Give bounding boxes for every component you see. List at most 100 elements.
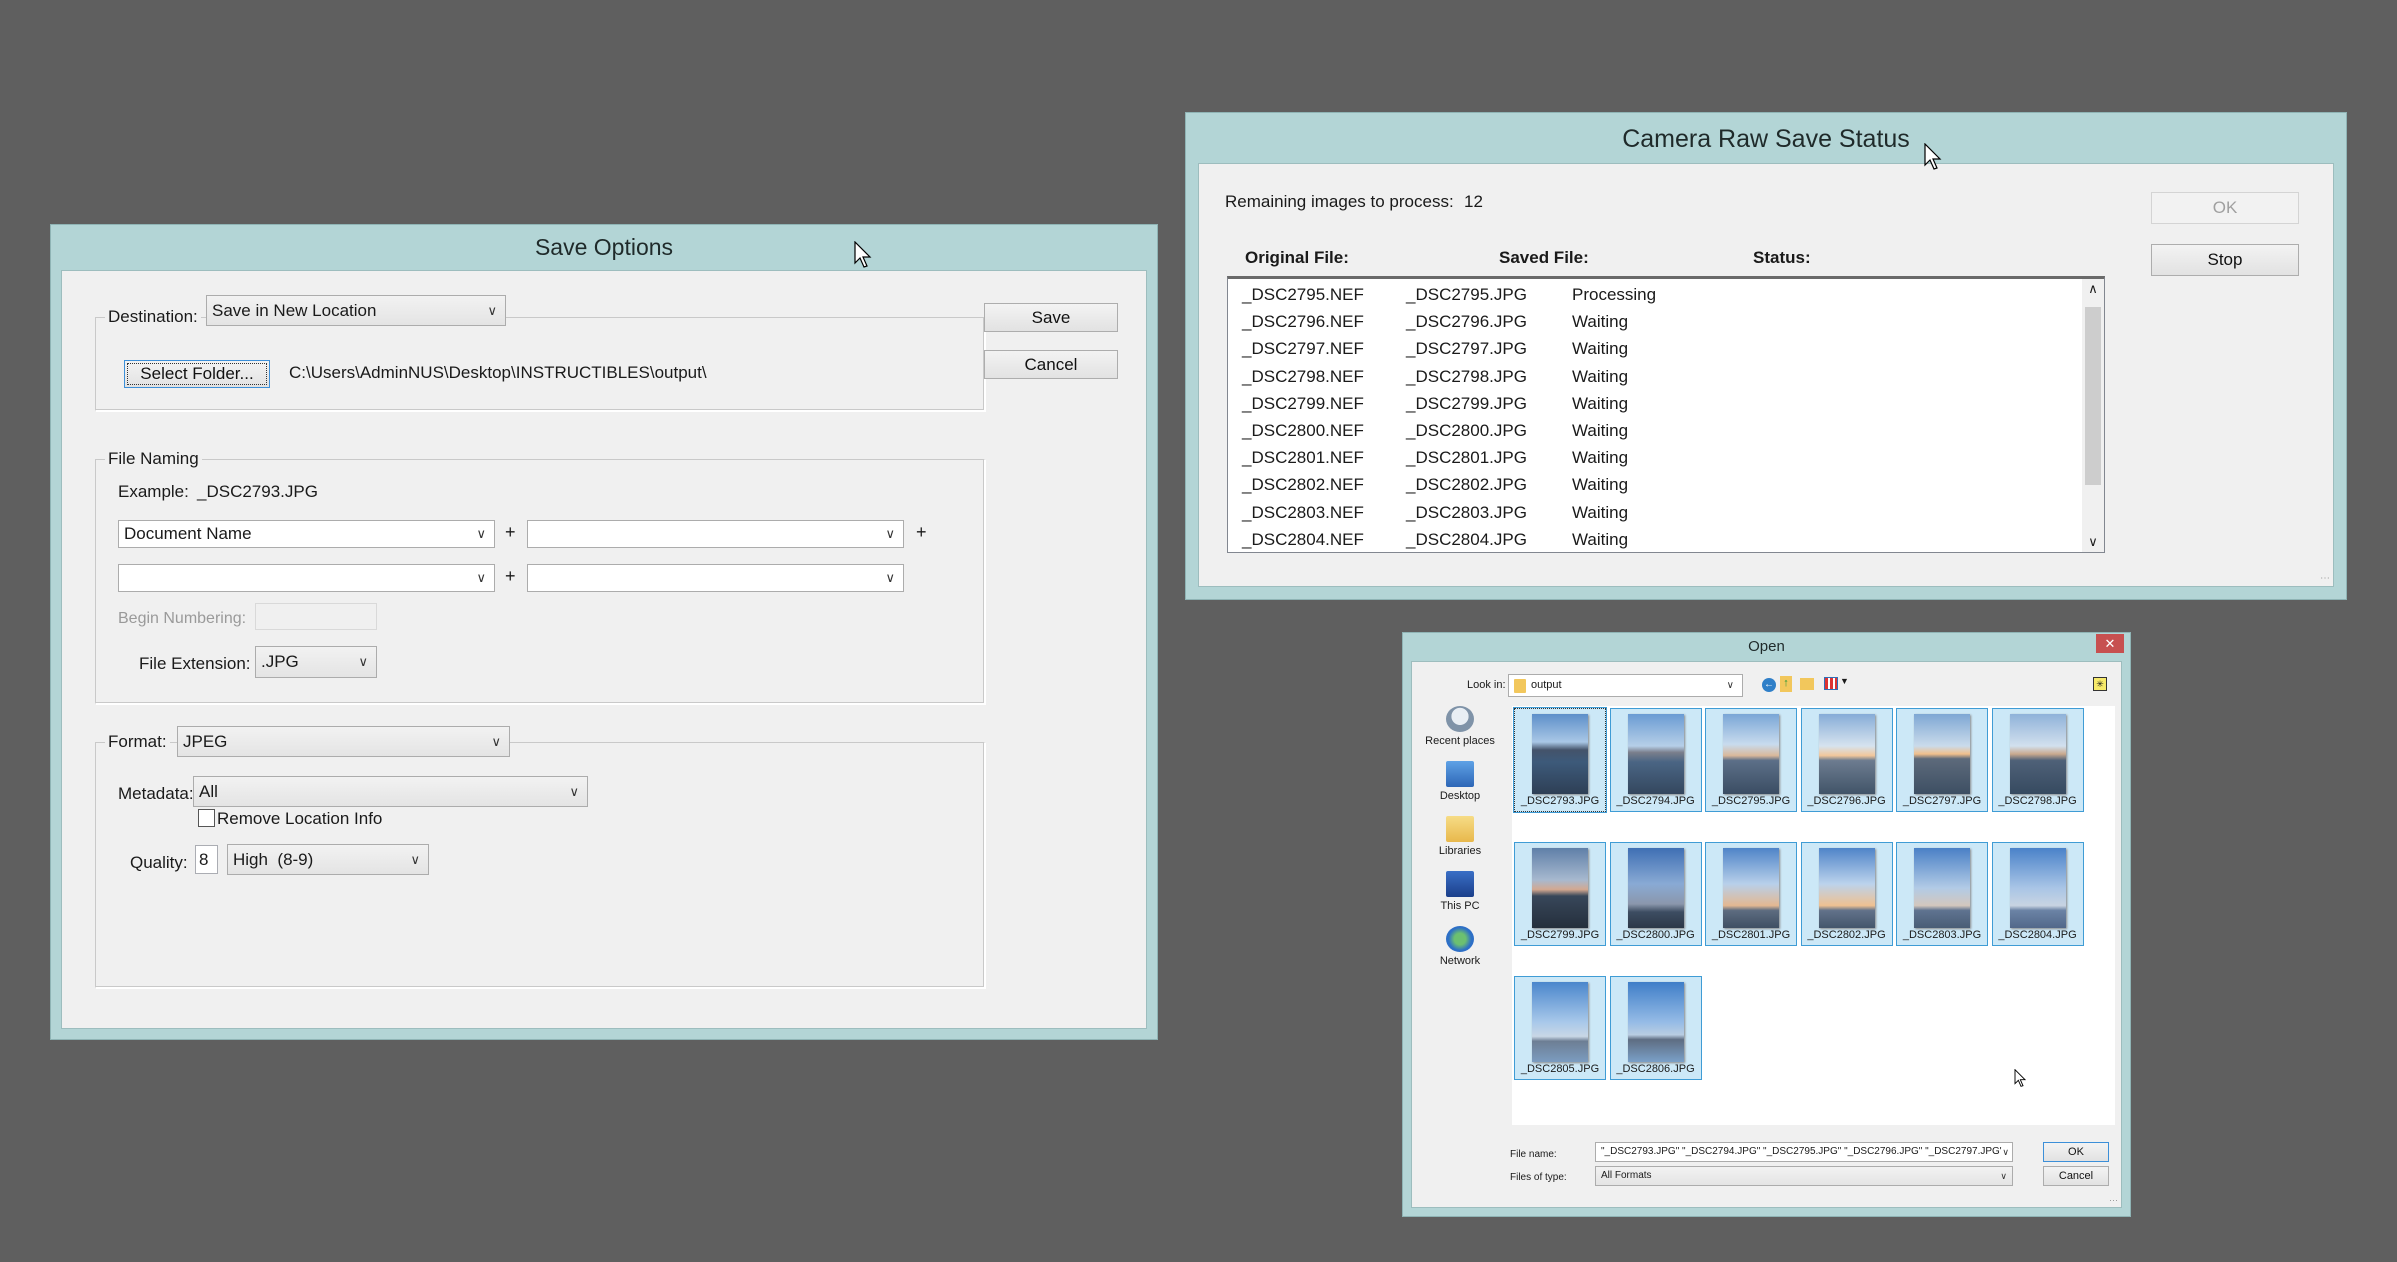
view-menu-icon[interactable] (1824, 677, 1838, 690)
place-item[interactable]: Recent places (1420, 706, 1500, 747)
mouse-cursor-icon (1924, 143, 1942, 170)
file-item[interactable]: _DSC2798.JPG (1991, 708, 2084, 812)
open-ok-button[interactable]: OK (2043, 1142, 2109, 1162)
file-item[interactable]: _DSC2806.JPG (1609, 976, 1702, 1080)
vertical-scrollbar[interactable]: ∧ ∨ (2082, 279, 2104, 552)
file-name-caption: _DSC2800.JPG (1616, 929, 1695, 941)
file-name-input[interactable]: "_DSC2793.JPG" "_DSC2794.JPG" "_DSC2795.… (1595, 1142, 2013, 1162)
naming-field-3[interactable]: ∨ (118, 564, 495, 592)
cancel-button[interactable]: Cancel (984, 350, 1118, 379)
files-of-type-select[interactable]: All Formats ∨ (1595, 1166, 2013, 1186)
saved-file-cell: _DSC2796.JPG (1406, 312, 1527, 332)
begin-numbering-input[interactable] (255, 603, 377, 630)
example-label: Example: (118, 482, 189, 501)
status-cell: Waiting (1572, 393, 1629, 413)
image-thumbnail (1627, 848, 1684, 928)
place-item[interactable]: Libraries (1420, 816, 1500, 857)
file-item[interactable]: _DSC2804.JPG (1991, 842, 2084, 946)
file-item[interactable]: _DSC2799.JPG (1514, 842, 1606, 946)
status-list-row[interactable]: _DSC2798.NEF _DSC2798.JPG Waiting (1228, 363, 2082, 390)
status-list-row[interactable]: _DSC2799.NEF _DSC2799.JPG Waiting (1228, 390, 2082, 417)
file-item[interactable]: _DSC2803.JPG (1896, 842, 1988, 946)
places-bar: Recent places Desktop Libraries This PC Netw… (1420, 706, 1510, 1026)
quality-input[interactable]: 8 (195, 845, 218, 874)
back-icon[interactable]: ← (1762, 678, 1776, 692)
place-label: Desktop (1439, 790, 1481, 802)
scroll-down-arrow[interactable]: ∨ (2082, 534, 2104, 550)
resize-grip-icon[interactable]: ⋯ (2109, 1195, 2118, 1206)
status-list-row[interactable]: _DSC2801.NEF _DSC2801.JPG Waiting (1228, 444, 2082, 471)
file-item[interactable]: _DSC2793.JPG (1513, 707, 1607, 813)
status-list-row[interactable]: _DSC2802.NEF _DSC2802.JPG Waiting (1228, 471, 2082, 498)
place-item[interactable]: Desktop (1420, 761, 1500, 802)
scrollbar-thumb[interactable] (2085, 307, 2101, 485)
saved-file-cell: _DSC2800.JPG (1406, 421, 1527, 440)
camera-raw-folder-icon[interactable]: ✳ (2093, 677, 2107, 691)
status-list[interactable]: _DSC2795.NEF _DSC2795.JPG Processing _DSC27… (1227, 276, 2105, 553)
file-name-caption: _DSC2799.JPG (1520, 929, 1600, 941)
status-cell: Waiting (1572, 339, 1629, 359)
close-button[interactable]: ✕ (2096, 634, 2124, 653)
file-item[interactable]: _DSC2794.JPG (1609, 708, 1702, 812)
original-file-cell: _DSC2804.NEF (1242, 529, 1364, 549)
place-label: Libraries (1438, 845, 1482, 857)
place-item[interactable]: This PC (1420, 871, 1500, 912)
select-folder-button[interactable]: Select Folder... (124, 360, 270, 388)
naming-field-4[interactable]: ∨ (527, 564, 904, 592)
file-item[interactable]: _DSC2796.JPG (1800, 708, 1893, 812)
stop-button[interactable]: Stop (2151, 244, 2299, 276)
chevron-down-icon: ∨ (2000, 1171, 2007, 1181)
file-item[interactable]: _DSC2795.JPG (1705, 708, 1797, 812)
status-list-row[interactable]: _DSC2795.NEF _DSC2795.JPG Processing (1228, 281, 2082, 308)
file-extension-value: .JPG (261, 652, 299, 671)
saved-file-cell: _DSC2802.JPG (1406, 475, 1527, 495)
destination-select[interactable]: Save in New Location ∨ (206, 295, 506, 326)
file-name-caption: _DSC2796.JPG (1807, 795, 1886, 807)
image-thumbnail (1914, 848, 1970, 928)
place-label: Network (1439, 955, 1481, 967)
file-name-caption: _DSC2794.JPG (1616, 795, 1695, 807)
file-item[interactable]: _DSC2797.JPG (1896, 708, 1988, 812)
naming-field-1[interactable]: Document Name ∨ (118, 520, 495, 548)
view-dropdown-icon[interactable]: ▼ (1840, 676, 1849, 686)
status-list-row[interactable]: _DSC2804.NEF _DSC2804.JPG Waiting (1228, 526, 2082, 552)
look-in-label: Look in: (1467, 679, 1506, 691)
file-list[interactable]: _DSC2793.JPG _DSC2794.JPG _DSC2795.JPG _DSC… (1512, 706, 2115, 1125)
status-list-row[interactable]: _DSC2803.NEF _DSC2803.JPG Waiting (1228, 499, 2082, 526)
image-thumbnail (2009, 848, 2066, 928)
open-cancel-button[interactable]: Cancel (2043, 1166, 2109, 1186)
original-file-cell: _DSC2795.NEF (1242, 285, 1364, 304)
file-naming-label: File Naming (105, 449, 202, 469)
file-item[interactable]: _DSC2802.JPG (1800, 842, 1893, 946)
file-item[interactable]: _DSC2800.JPG (1609, 842, 1702, 946)
original-file-cell: _DSC2803.NEF (1242, 502, 1364, 522)
remove-location-checkbox[interactable] (198, 809, 215, 827)
plus-sign: + (916, 522, 927, 542)
file-item[interactable]: _DSC2805.JPG (1514, 976, 1606, 1080)
status-list-row[interactable]: _DSC2800.NEF _DSC2800.JPG Waiting (1228, 417, 2082, 444)
save-button[interactable]: Save (984, 303, 1118, 332)
original-file-cell: _DSC2799.NEF (1242, 393, 1364, 413)
look-in-select[interactable]: output ∨ (1508, 674, 1743, 697)
file-extension-select[interactable]: .JPG ∨ (255, 646, 377, 678)
image-thumbnail (1723, 848, 1779, 928)
format-select[interactable]: JPEG ∨ (177, 726, 510, 757)
resize-grip-icon[interactable]: ⋯ (2320, 573, 2330, 584)
save-options-window: Save Options Destination: Save in New Lo… (50, 224, 1158, 1040)
metadata-select[interactable]: All ∨ (193, 776, 588, 807)
status-list-row[interactable]: _DSC2797.NEF _DSC2797.JPG Waiting (1228, 335, 2082, 362)
place-item[interactable]: Network (1420, 926, 1500, 967)
quality-preset-select[interactable]: High (8-9) ∨ (227, 844, 429, 875)
file-item[interactable]: _DSC2801.JPG (1705, 842, 1797, 946)
up-folder-icon[interactable]: ↑ (1780, 676, 1792, 692)
save-options-title: Save Options (534, 234, 674, 260)
format-value: JPEG (183, 732, 228, 751)
status-list-row[interactable]: _DSC2796.NEF _DSC2796.JPG Waiting (1228, 308, 2082, 335)
scroll-up-arrow[interactable]: ∧ (2082, 281, 2104, 297)
image-thumbnail (1914, 714, 1970, 794)
naming-field-2[interactable]: ∨ (527, 520, 904, 548)
new-folder-icon[interactable] (1800, 678, 1814, 690)
ok-button[interactable]: OK (2151, 192, 2299, 224)
saved-file-cell: _DSC2797.JPG (1406, 339, 1527, 359)
image-thumbnail (1818, 714, 1875, 794)
